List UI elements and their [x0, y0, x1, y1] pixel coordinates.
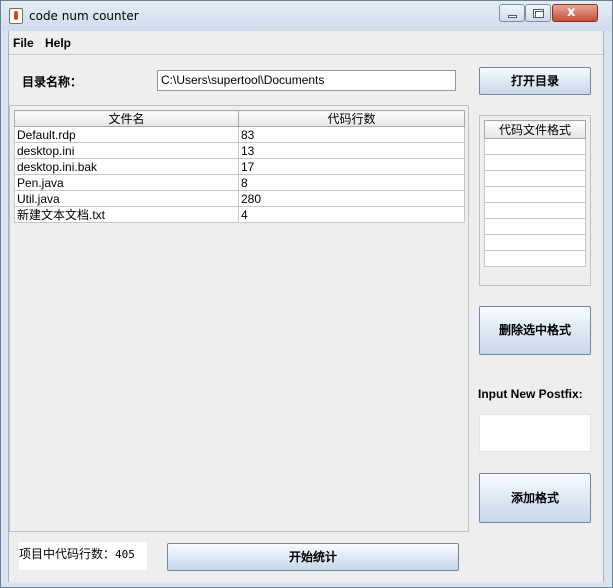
table-row[interactable]: 新建文本文档.txt 4: [14, 206, 465, 223]
client-area: File Help 目录名称： C:\Users\supertool\Docum…: [8, 31, 604, 582]
format-row[interactable]: [484, 218, 586, 235]
line-count-cell[interactable]: 4: [238, 206, 465, 223]
format-row[interactable]: [484, 138, 586, 155]
line-count-cell[interactable]: 8: [238, 174, 465, 191]
format-row[interactable]: [484, 186, 586, 203]
file-name-cell[interactable]: 新建文本文档.txt: [14, 206, 239, 223]
format-row[interactable]: [484, 202, 586, 219]
line-count-cell[interactable]: 280: [238, 190, 465, 207]
directory-path-field[interactable]: C:\Users\supertool\Documents: [157, 70, 456, 91]
format-row[interactable]: [484, 170, 586, 187]
file-name-cell[interactable]: desktop.ini.bak: [14, 158, 239, 175]
java-app-icon: [9, 8, 23, 24]
file-name-cell[interactable]: Pen.java: [14, 174, 239, 191]
close-icon: x: [567, 5, 576, 20]
table-row[interactable]: Util.java 280: [14, 190, 465, 207]
column-header-filename[interactable]: 文件名: [14, 110, 239, 127]
minimize-button[interactable]: [499, 4, 525, 22]
summary-label: 项目中代码行数：: [19, 547, 116, 561]
app-window: code num counter x File Help 目录名称： C:\Us…: [0, 0, 613, 588]
format-row[interactable]: [484, 154, 586, 171]
open-directory-button[interactable]: 打开目录: [479, 67, 591, 95]
line-count-cell[interactable]: 83: [238, 126, 465, 143]
menu-help[interactable]: Help: [45, 36, 71, 50]
line-count-cell[interactable]: 17: [238, 158, 465, 175]
add-format-button[interactable]: 添加格式: [479, 473, 591, 523]
title-bar: code num counter x: [1, 1, 612, 31]
table-row[interactable]: Default.rdp 83: [14, 126, 465, 143]
file-name-cell[interactable]: Util.java: [14, 190, 239, 207]
format-table: 代码文件格式: [484, 120, 586, 267]
line-count-summary: 项目中代码行数：405: [19, 542, 147, 570]
format-row[interactable]: [484, 250, 586, 267]
maximize-button[interactable]: [525, 4, 551, 22]
window-title: code num counter: [29, 9, 139, 23]
close-button[interactable]: x: [552, 4, 598, 22]
format-row[interactable]: [484, 234, 586, 251]
table-header-row: 文件名 代码行数: [14, 110, 465, 127]
postfix-input[interactable]: [479, 414, 591, 452]
summary-count: 405: [115, 548, 135, 561]
postfix-label: Input New Postfix:: [478, 387, 583, 401]
file-name-cell[interactable]: desktop.ini: [14, 142, 239, 159]
file-table: 文件名 代码行数 Default.rdp 83 desktop.ini 13 d…: [14, 110, 465, 223]
menu-bar: File Help: [9, 31, 603, 55]
column-header-line-count[interactable]: 代码行数: [238, 110, 465, 127]
directory-label: 目录名称：: [22, 75, 83, 89]
table-row[interactable]: desktop.ini 13: [14, 142, 465, 159]
table-row[interactable]: desktop.ini.bak 17: [14, 158, 465, 175]
table-row[interactable]: Pen.java 8: [14, 174, 465, 191]
delete-format-button[interactable]: 删除选中格式: [479, 306, 591, 355]
file-name-cell[interactable]: Default.rdp: [14, 126, 239, 143]
minimize-icon: [508, 15, 517, 18]
maximize-icon: [533, 9, 544, 18]
line-count-cell[interactable]: 13: [238, 142, 465, 159]
file-table-panel: 文件名 代码行数 Default.rdp 83 desktop.ini 13 d…: [9, 105, 469, 532]
format-list-panel: 代码文件格式: [479, 115, 591, 286]
start-count-button[interactable]: 开始统计: [167, 543, 459, 571]
format-column-header[interactable]: 代码文件格式: [484, 120, 586, 139]
menu-file[interactable]: File: [13, 36, 34, 50]
